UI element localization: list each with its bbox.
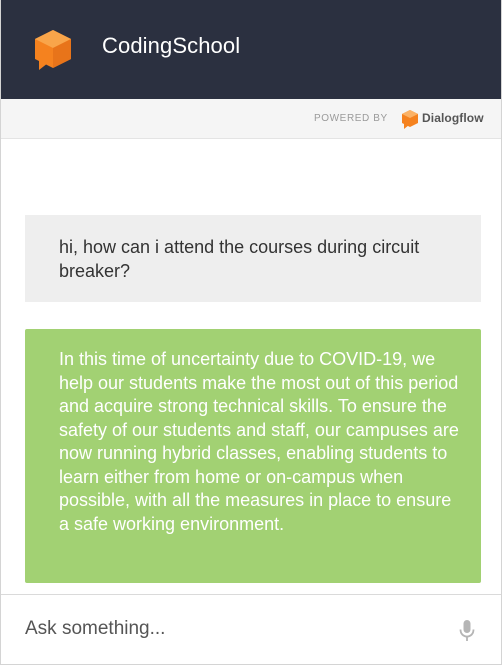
- user-message: hi, how can i attend the courses during …: [25, 215, 481, 302]
- powered-by-bar: POWERED BY Dialogflow: [1, 99, 501, 139]
- input-bar: [1, 594, 501, 664]
- message-input[interactable]: [25, 615, 435, 643]
- orange-box-chat-icon: [35, 30, 71, 70]
- app-title: CodingSchool: [102, 33, 241, 58]
- bot-message: In this time of uncertainty due to COVID…: [25, 329, 481, 583]
- dialogflow-brand: Dialogflow: [422, 111, 484, 125]
- powered-by-label: POWERED BY: [314, 113, 388, 124]
- chat-header: CodingSchool: [1, 0, 501, 99]
- microphone-icon[interactable]: [458, 619, 476, 643]
- message-list: hi, how can i attend the courses during …: [1, 140, 501, 594]
- chat-window: CodingSchool POWERED BY Dialogflow hi, h…: [0, 0, 502, 665]
- dialogflow-icon: [402, 110, 418, 129]
